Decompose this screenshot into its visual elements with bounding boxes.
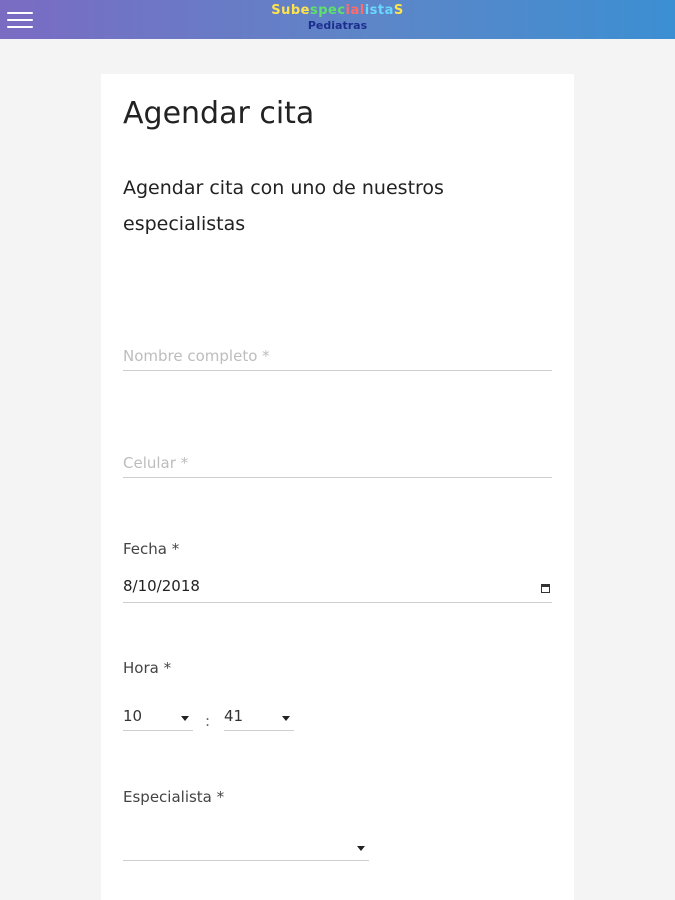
logo-title-part: Sube: [271, 3, 310, 18]
logo-title-part: ial: [345, 3, 365, 18]
appointment-form-card: Agendar cita Agendar cita con uno de nue…: [101, 74, 574, 900]
specialist-label: Especialista *: [123, 788, 225, 806]
logo-subtitle: Pediatras: [307, 19, 368, 32]
specialist-select[interactable]: [123, 832, 369, 861]
time-label: Hora *: [123, 659, 172, 677]
logo-title: SubespecialistaS: [200, 3, 475, 19]
hour-value: 10: [123, 707, 143, 725]
chevron-down-icon: [282, 716, 290, 721]
top-app-bar: SubespecialistaS Pediatras: [0, 0, 675, 39]
hamburger-menu-icon[interactable]: [7, 11, 33, 29]
logo-title-part: ista: [364, 3, 394, 18]
logo-title-part: spec: [309, 3, 346, 18]
app-logo[interactable]: SubespecialistaS Pediatras: [200, 3, 475, 33]
minute-value: 41: [224, 707, 244, 725]
date-value: 8/10/2018: [123, 577, 200, 595]
hour-select[interactable]: 10: [123, 702, 193, 731]
calendar-icon[interactable]: [541, 584, 550, 593]
page-subtitle: Agendar cita con uno de nuestros especia…: [123, 177, 444, 235]
date-label: Fecha *: [123, 540, 180, 558]
phone-input[interactable]: [123, 449, 552, 478]
chevron-down-icon: [357, 846, 365, 851]
logo-title-part: S: [393, 3, 404, 18]
chevron-down-icon: [181, 716, 189, 721]
time-separator: :: [205, 712, 211, 730]
full-name-input[interactable]: [123, 342, 552, 371]
date-input[interactable]: 8/10/2018: [123, 574, 552, 603]
minute-select[interactable]: 41: [224, 702, 294, 731]
page-title: Agendar cita: [123, 96, 315, 131]
